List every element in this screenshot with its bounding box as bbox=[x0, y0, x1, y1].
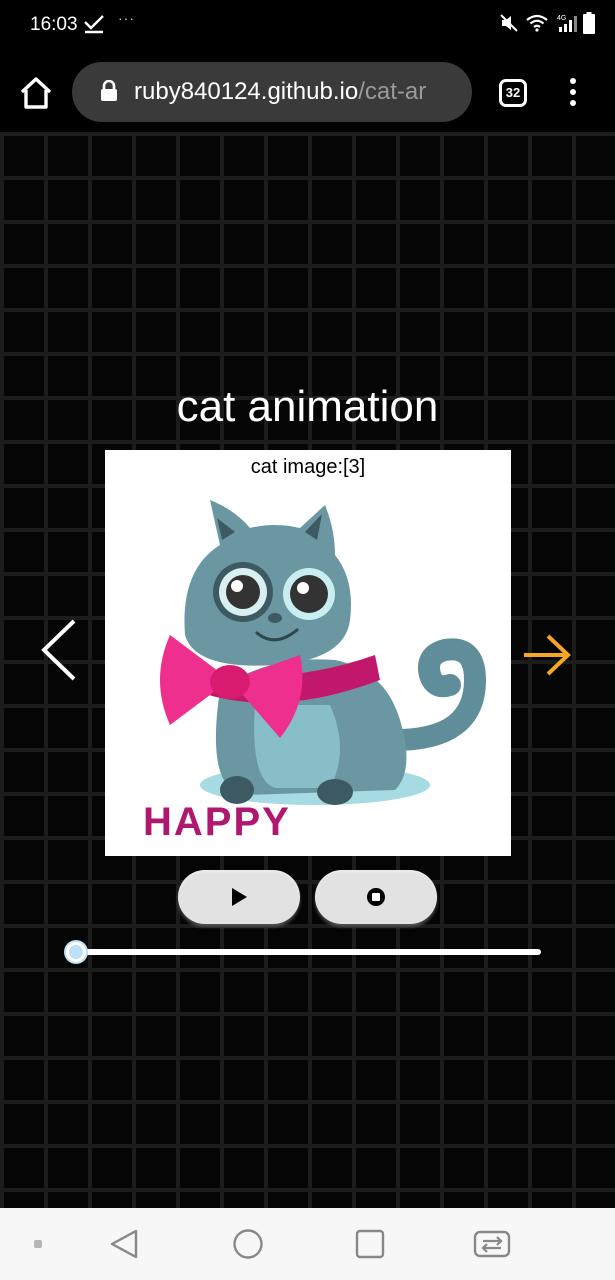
signal-4g-icon: 4G bbox=[557, 15, 577, 32]
svg-text:4G: 4G bbox=[557, 15, 566, 22]
cat-image-card: cat image:[3] HAPPY bbox=[105, 450, 511, 856]
lock-icon bbox=[101, 80, 117, 101]
nav-indicator-dot bbox=[34, 1240, 42, 1248]
status-bar: 16:03 ··· 4G bbox=[0, 0, 615, 52]
play-button[interactable] bbox=[178, 870, 300, 924]
recent-apps-icon[interactable] bbox=[355, 1229, 385, 1259]
stop-button[interactable] bbox=[315, 870, 437, 924]
url-domain: ruby840124.github.io bbox=[134, 78, 359, 105]
status-icons: 4G bbox=[499, 12, 595, 34]
download-complete-icon bbox=[84, 15, 104, 34]
tab-switcher-button[interactable]: 32 bbox=[499, 79, 527, 107]
wifi-icon bbox=[526, 14, 548, 32]
happy-text: HAPPY bbox=[143, 800, 291, 844]
url-text: ruby840124.github.io/cat-ar bbox=[134, 78, 426, 106]
progress-slider-thumb[interactable] bbox=[64, 940, 88, 964]
play-icon bbox=[232, 888, 247, 906]
url-path: /cat-ar bbox=[358, 78, 427, 105]
progress-slider-track[interactable] bbox=[76, 949, 541, 955]
system-navigation-bar bbox=[0, 1208, 615, 1280]
back-nav-icon[interactable] bbox=[108, 1228, 140, 1260]
home-nav-icon[interactable] bbox=[232, 1228, 264, 1260]
url-bar[interactable]: ruby840124.github.io/cat-ar bbox=[72, 62, 472, 122]
cat-image: HAPPY bbox=[143, 500, 487, 844]
battery-icon bbox=[583, 12, 595, 34]
more-vert-icon[interactable] bbox=[563, 78, 583, 110]
image-caption: cat image:[3] bbox=[250, 456, 366, 478]
page-title: cat animation bbox=[176, 382, 439, 431]
stop-icon bbox=[367, 888, 385, 906]
mute-icon bbox=[500, 14, 518, 32]
status-overflow-dots: ··· bbox=[118, 10, 135, 26]
browser-toolbar: ruby840124.github.io/cat-ar 32 bbox=[0, 52, 615, 132]
arrow-right-icon[interactable] bbox=[520, 632, 572, 678]
chevron-left-icon[interactable] bbox=[36, 617, 80, 683]
status-time: 16:03 bbox=[30, 14, 78, 35]
home-icon[interactable] bbox=[18, 76, 54, 110]
page-content: cat animation cat image:[3] HAPPY bbox=[0, 132, 615, 1208]
switch-apps-icon[interactable] bbox=[473, 1230, 511, 1258]
